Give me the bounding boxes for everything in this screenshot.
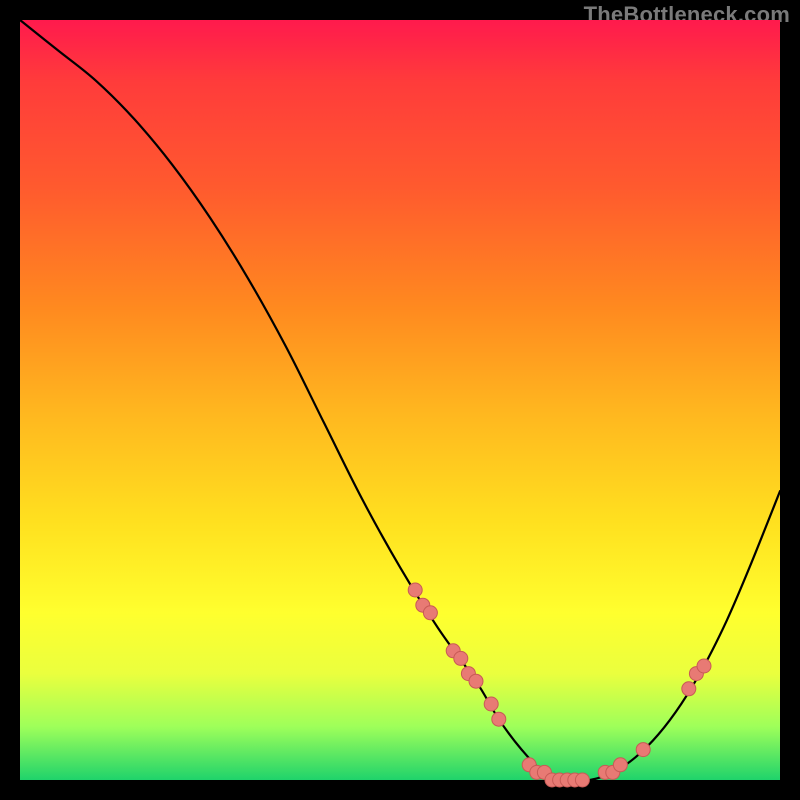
data-point <box>469 674 483 688</box>
data-point <box>454 651 468 665</box>
data-point <box>408 583 422 597</box>
data-point <box>423 606 437 620</box>
data-point <box>575 773 589 787</box>
data-point <box>484 697 498 711</box>
data-point <box>613 758 627 772</box>
chart-frame: TheBottleneck.com <box>0 0 800 800</box>
data-point <box>697 659 711 673</box>
data-point <box>636 743 650 757</box>
data-points <box>408 583 711 787</box>
curve-svg <box>20 20 780 780</box>
data-point <box>682 682 696 696</box>
data-point <box>492 712 506 726</box>
plot-area <box>20 20 780 780</box>
bottleneck-curve <box>20 20 780 781</box>
